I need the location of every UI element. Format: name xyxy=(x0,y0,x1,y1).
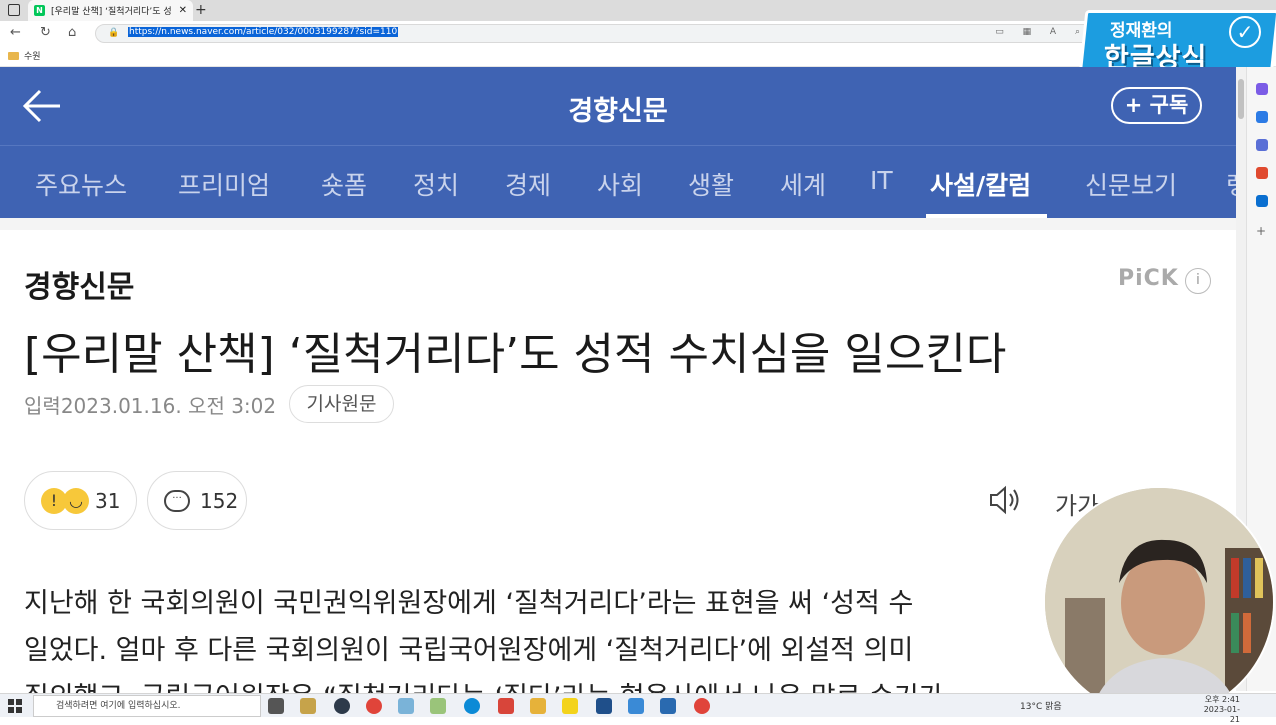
menu-item-opinion[interactable]: 사설/칼럼 xyxy=(930,166,1031,202)
app-icon[interactable] xyxy=(300,698,316,714)
kakaotalk-icon[interactable] xyxy=(562,698,578,714)
menu-item-life[interactable]: 생활 xyxy=(688,166,734,202)
tab-title: [우리말 산책] ‘질척거리다’도 성적 수치심을 일으킨다 xyxy=(51,7,171,17)
body-line: 지난해 한 국회의원이 국민권익위원장에게 ‘질척거리다’라는 표현을 써 ‘성… xyxy=(24,588,914,619)
app-icon[interactable] xyxy=(628,698,644,714)
outlook-icon[interactable] xyxy=(1256,195,1268,207)
pick-badge: PiCK xyxy=(1118,266,1179,291)
clock-time: 오후 2:41 xyxy=(1204,695,1240,704)
body-line: 일었다. 얼마 후 다른 국회의원이 국립국어원장에게 ‘질척거리다’에 외설적… xyxy=(24,635,914,666)
menu-item-main-news[interactable]: 주요뉴스 xyxy=(35,166,127,202)
category-menu: 주요뉴스 프리미엄 숏폼 정치 경제 사회 생활 세계 IT 사설/칼럼 신문보… xyxy=(0,145,1249,218)
chrome-icon[interactable] xyxy=(366,698,382,714)
site-header: 경향신문 + 구독 xyxy=(0,67,1236,145)
app-icon[interactable] xyxy=(334,698,350,714)
home-icon[interactable]: ⌂ xyxy=(68,25,76,40)
menu-item-premium[interactable]: 프리미엄 xyxy=(178,166,270,202)
refresh-icon[interactable]: ↻ xyxy=(40,25,51,40)
press-name[interactable]: 경향신문 xyxy=(24,262,134,306)
article-date: 입력2023.01.16. 오전 3:02 xyxy=(24,390,276,419)
folder-icon xyxy=(8,51,19,60)
webcam-overlay xyxy=(1043,486,1275,718)
menu-item-shortform[interactable]: 숏폼 xyxy=(321,166,367,202)
copilot-icon[interactable] xyxy=(1256,83,1268,95)
windows-taskbar: 검색하려면 여기에 입력하십시오. 13°C 맑음 오후 2:41 2023-0… xyxy=(0,693,1276,724)
article-headline: [우리말 산책] ‘질척거리다’도 성적 수치심을 일으킨다 xyxy=(24,329,1007,380)
comment-count: 152 xyxy=(200,488,239,513)
check-icon: ✓ xyxy=(1229,16,1261,48)
menu-item-economy[interactable]: 경제 xyxy=(505,166,551,202)
browser-tab[interactable]: N [우리말 산책] ‘질척거리다’도 성적 수치심을 일으킨다 ✕ xyxy=(28,0,193,21)
edge-icon[interactable] xyxy=(464,698,480,714)
menu-item-it[interactable]: IT xyxy=(870,166,893,195)
comment-bubble-icon: ··· xyxy=(164,489,190,512)
menu-item-newspaper[interactable]: 신문보기 xyxy=(1085,166,1177,202)
app-icon[interactable] xyxy=(430,698,446,714)
weather-widget[interactable]: 13°C 맑음 xyxy=(1020,699,1062,712)
new-tab-button[interactable]: + xyxy=(195,2,207,18)
menu-item-society[interactable]: 사회 xyxy=(597,166,643,202)
task-view-icon[interactable] xyxy=(268,698,284,714)
pick-info-icon[interactable]: i xyxy=(1185,268,1211,294)
presenter-video xyxy=(1045,488,1273,716)
bookmark-folder[interactable]: 수원 xyxy=(8,49,41,62)
naver-favicon-icon: N xyxy=(34,5,45,16)
lock-icon: 🔒 xyxy=(108,28,120,38)
app-icon[interactable] xyxy=(530,698,546,714)
address-bar[interactable]: 🔒 https://n.news.naver.com/article/032/0… xyxy=(95,24,1095,43)
window-menu-icon[interactable] xyxy=(8,4,20,16)
press-title: 경향신문 xyxy=(568,96,668,127)
reaction-emoji-icon: ! ◡ xyxy=(41,487,89,514)
subscribe-button[interactable]: + 구독 xyxy=(1111,87,1202,124)
comment-button[interactable]: ··· 152 xyxy=(147,471,247,530)
original-article-button[interactable]: 기사원문 xyxy=(289,385,394,423)
tools-icon[interactable] xyxy=(1256,139,1268,151)
reaction-button[interactable]: ! ◡ 31 xyxy=(24,471,137,530)
back-icon[interactable]: ← xyxy=(10,25,21,40)
reaction-count: 31 xyxy=(95,488,121,513)
tab-close-icon[interactable]: ✕ xyxy=(179,5,187,16)
date-label: 입력 xyxy=(24,394,61,418)
menu-item-politics[interactable]: 정치 xyxy=(413,166,459,202)
menu-item-world[interactable]: 세계 xyxy=(780,166,826,202)
url-text[interactable]: https://n.news.naver.com/article/032/000… xyxy=(128,27,399,37)
app-icon[interactable] xyxy=(398,698,414,714)
section-divider xyxy=(0,218,1236,230)
app-icon[interactable] xyxy=(660,698,676,714)
bookmark-label: 수원 xyxy=(24,52,41,62)
taskbar-search[interactable]: 검색하려면 여기에 입력하십시오. xyxy=(33,695,261,717)
app-icon[interactable] xyxy=(596,698,612,714)
app-icon[interactable] xyxy=(694,698,710,714)
app-icon[interactable] xyxy=(498,698,514,714)
shopping-icon[interactable] xyxy=(1256,111,1268,123)
speaker-icon[interactable] xyxy=(988,485,1022,515)
scroll-thumb[interactable] xyxy=(1238,79,1244,119)
add-icon[interactable]: + xyxy=(1256,225,1268,237)
clock-date: 2023-01-21 xyxy=(1203,705,1240,724)
windows-start-icon[interactable] xyxy=(8,699,22,713)
address-bar-actions-icon[interactable]: ▭ ▦ A ⌕ xyxy=(995,27,1088,37)
office-icon[interactable] xyxy=(1256,167,1268,179)
system-clock[interactable]: 오후 2:41 2023-01-21 xyxy=(1200,695,1240,725)
date-value: 2023.01.16. 오전 3:02 xyxy=(60,394,277,418)
